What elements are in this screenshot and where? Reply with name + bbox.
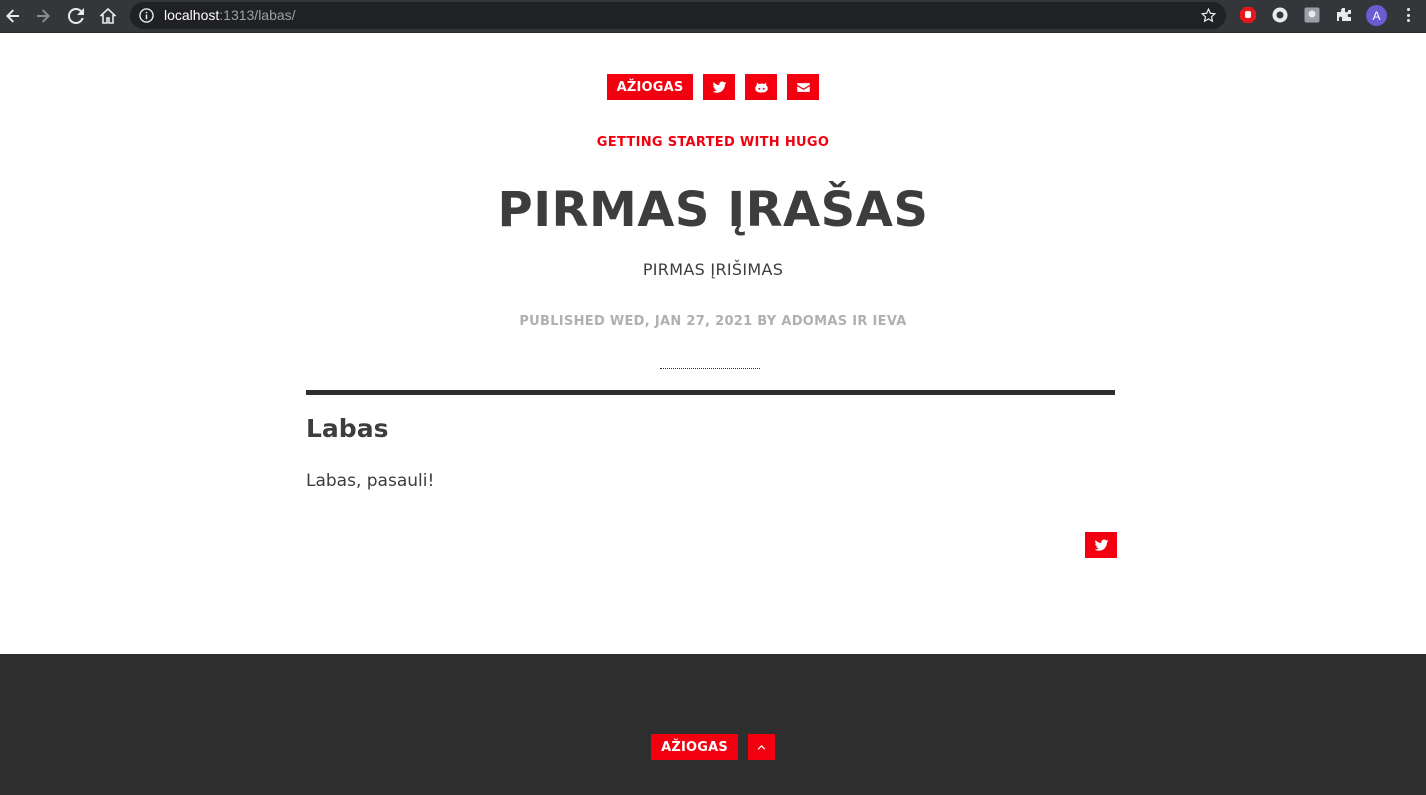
reload-icon[interactable] <box>63 3 89 29</box>
info-icon[interactable] <box>139 8 154 23</box>
brand-button[interactable]: AŽIOGAS <box>606 74 694 100</box>
browser-toolbar: localhost:1313/labas/ A <box>0 0 1426 33</box>
twitter-icon <box>1094 539 1108 551</box>
footer-navigation: AŽIOGAS <box>0 734 1426 760</box>
chevron-up-icon <box>757 744 766 750</box>
twitter-icon <box>712 81 727 93</box>
extension-square-icon[interactable] <box>1303 6 1321 24</box>
page-title: PIRMAS ĮRAŠAS <box>497 182 929 238</box>
share-twitter-button[interactable] <box>1085 532 1117 558</box>
scroll-top-button[interactable] <box>747 734 775 760</box>
email-button[interactable] <box>787 74 820 100</box>
extension-circle-icon[interactable] <box>1271 6 1289 24</box>
puzzle-icon[interactable] <box>1335 6 1353 24</box>
star-icon[interactable] <box>1201 8 1216 23</box>
profile-avatar[interactable]: A <box>1366 5 1387 26</box>
post-meta: PUBLISHED WED, JAN 27, 2021 BY ADOMAS IR… <box>519 314 907 329</box>
adblock-icon[interactable] <box>1239 6 1257 24</box>
email-icon <box>797 82 810 92</box>
forward-icon[interactable] <box>30 3 56 29</box>
back-icon[interactable] <box>0 3 26 29</box>
footer: AŽIOGAS <box>0 654 1426 795</box>
page-subtitle: PIRMAS ĮRIŠIMAS <box>642 260 784 279</box>
address-bar[interactable]: localhost:1313/labas/ <box>130 2 1226 29</box>
footer-brand-button[interactable]: AŽIOGAS <box>651 734 738 760</box>
page-content: AŽIOGAS GETTING STARTED WITH HUGO PIRMAS… <box>0 34 1426 654</box>
url-text: localhost:1313/labas/ <box>164 7 296 23</box>
content-divider <box>306 390 1115 395</box>
menu-icon[interactable] <box>1402 6 1414 24</box>
github-button[interactable] <box>745 74 778 100</box>
content-paragraph: Labas, pasauli! <box>306 471 435 491</box>
post-category: GETTING STARTED WITH HUGO <box>596 135 830 150</box>
twitter-button[interactable] <box>703 74 736 100</box>
top-navigation: AŽIOGAS <box>0 74 1426 100</box>
github-icon <box>755 82 768 92</box>
home-icon[interactable] <box>95 3 121 29</box>
content-heading: Labas <box>306 414 389 443</box>
dotted-divider <box>660 368 760 369</box>
